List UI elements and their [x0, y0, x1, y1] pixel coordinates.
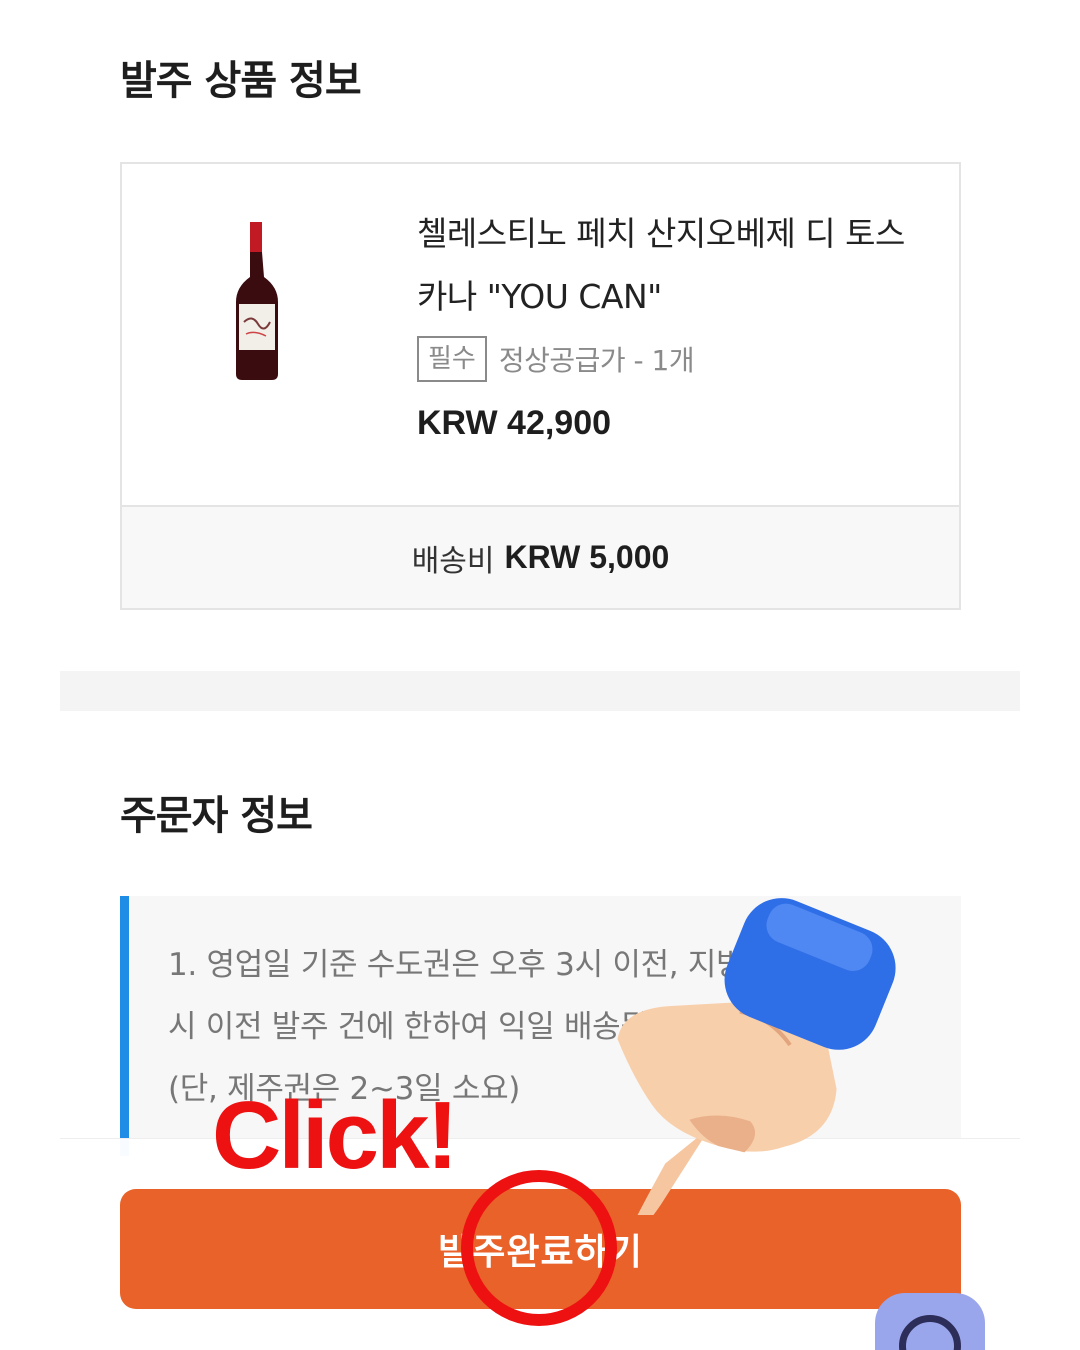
- wine-bottle-image: [236, 222, 278, 380]
- option-row: 필수 정상공급가 - 1개: [417, 336, 937, 382]
- shipping-fee-row: 배송비 KRW 5,000: [122, 505, 959, 608]
- product-card[interactable]: 첼레스티노 페치 산지오베제 디 토스 카나 "YOU CAN" 필수 정상공급…: [120, 162, 961, 610]
- product-price: KRW 42,900: [417, 404, 612, 442]
- option-text: 정상공급가 - 1개: [498, 344, 695, 377]
- product-name-line1: 첼레스티노 페치 산지오베제 디 토스: [417, 214, 905, 253]
- chat-fab[interactable]: [875, 1293, 985, 1350]
- product-name[interactable]: 첼레스티노 페치 산지오베제 디 토스 카나 "YOU CAN": [417, 202, 937, 328]
- shipping-value: KRW 5,000: [504, 539, 670, 575]
- shipping-label: 배송비: [411, 543, 495, 579]
- product-name-line2: 카나 "YOU CAN": [417, 277, 662, 316]
- customer-info-title: 주문자 정보: [120, 793, 313, 839]
- pointing-hand-icon: [617, 898, 896, 1215]
- order-product-title: 발주 상품 정보: [120, 58, 362, 104]
- click-annotation-circle: [461, 1170, 617, 1326]
- click-annotation-text: Click!: [212, 1082, 458, 1189]
- required-badge: 필수: [417, 336, 487, 382]
- section-divider: [60, 671, 1020, 711]
- chat-icon: [899, 1315, 961, 1350]
- footer-text-peek: [200, 1336, 840, 1350]
